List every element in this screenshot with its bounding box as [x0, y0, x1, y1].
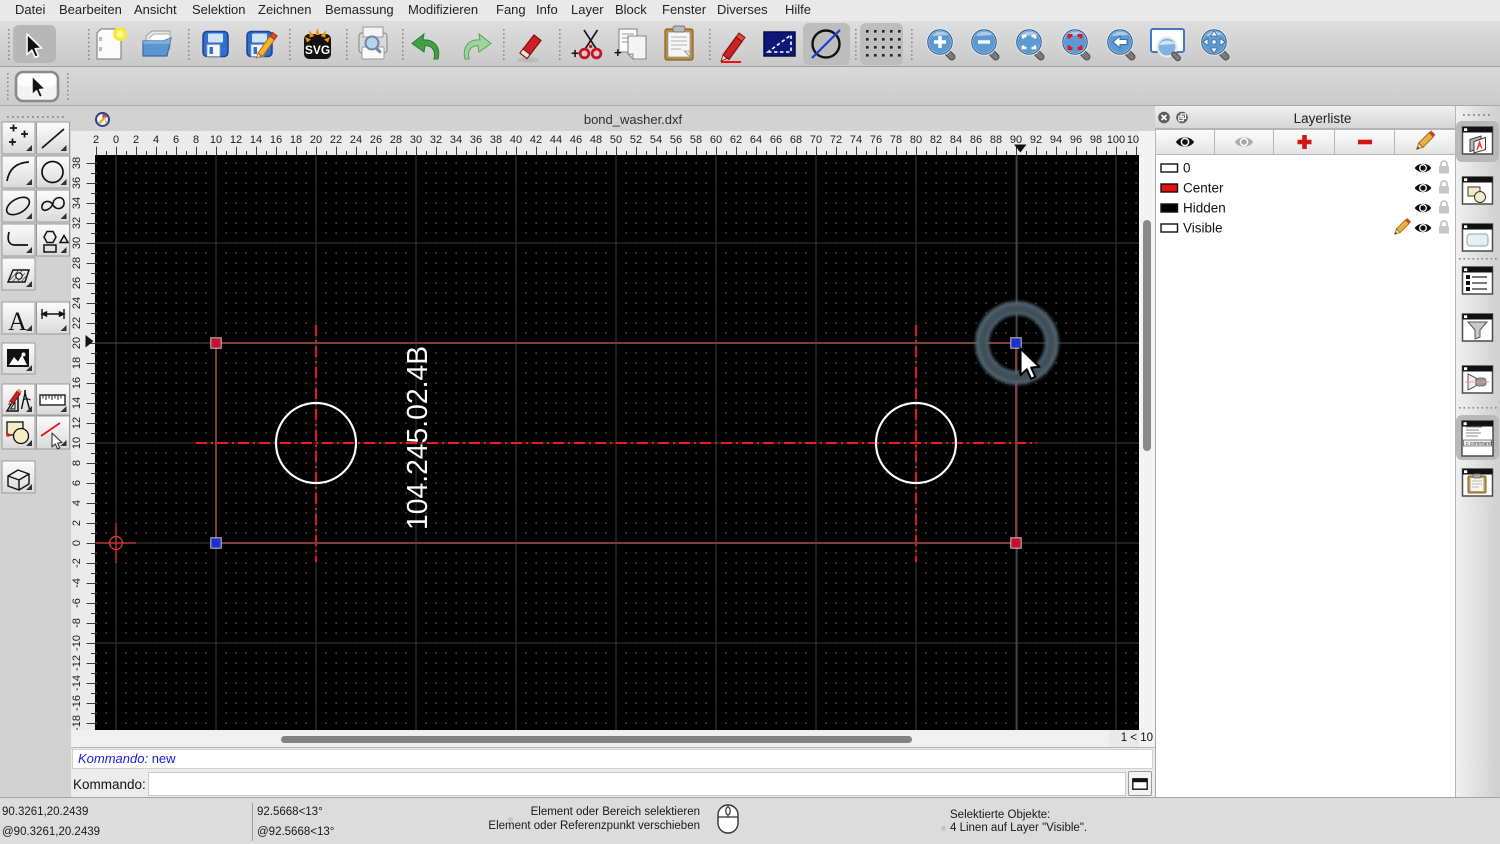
svg-text:40: 40 [510, 134, 522, 146]
svg-text:14: 14 [250, 134, 262, 146]
svg-text:104.245.02.4B: 104.245.02.4B [401, 346, 433, 530]
svg-text:54: 54 [650, 134, 662, 146]
svg-text:-12: -12 [71, 655, 83, 671]
svg-text:90: 90 [1010, 134, 1022, 146]
svg-text:2: 2 [133, 134, 139, 146]
svg-text:28: 28 [71, 257, 83, 269]
svg-text:78: 78 [890, 134, 902, 146]
svg-text:30: 30 [71, 237, 83, 249]
svg-text:20: 20 [71, 337, 83, 349]
svg-text:10: 10 [71, 437, 83, 449]
svg-text:16: 16 [71, 377, 83, 389]
svg-text:88: 88 [990, 134, 1002, 146]
svg-text:38: 38 [490, 134, 502, 146]
svg-text:+: + [571, 45, 579, 61]
svg-text:36: 36 [71, 177, 83, 189]
svg-text:SVG: SVG [305, 43, 330, 57]
svg-text:0: 0 [113, 134, 119, 146]
svg-text:86: 86 [970, 134, 982, 146]
svg-text:-10: -10 [71, 635, 83, 651]
svg-text:34: 34 [450, 134, 462, 146]
svg-text:18: 18 [290, 134, 302, 146]
svg-text:-14: -14 [71, 675, 83, 691]
svg-text:8: 8 [193, 134, 199, 146]
svg-text:A: A [8, 307, 27, 336]
svg-text:30: 30 [410, 134, 422, 146]
svg-text:66: 66 [770, 134, 782, 146]
svg-text:34: 34 [71, 197, 83, 209]
svg-text:100: 100 [1107, 134, 1125, 146]
svg-text:56: 56 [670, 134, 682, 146]
svg-text:12: 12 [71, 417, 83, 429]
svg-text:Center: Center [1183, 181, 1224, 196]
svg-text:6: 6 [173, 134, 179, 146]
svg-text:72: 72 [830, 134, 842, 146]
svg-text:32: 32 [430, 134, 442, 146]
svg-text:0: 0 [1183, 161, 1191, 176]
svg-text:28: 28 [390, 134, 402, 146]
svg-text:14: 14 [71, 397, 83, 409]
svg-text:92: 92 [1030, 134, 1042, 146]
svg-text:-18: -18 [71, 715, 83, 730]
svg-text:20: 20 [310, 134, 322, 146]
svg-text:48: 48 [590, 134, 602, 146]
svg-text:-6: -6 [71, 598, 83, 608]
svg-text:70: 70 [810, 134, 822, 146]
svg-text:18: 18 [71, 357, 83, 369]
svg-text:8: 8 [71, 460, 83, 466]
svg-text:46: 46 [570, 134, 582, 146]
svg-text:42: 42 [530, 134, 542, 146]
svg-text:6: 6 [71, 480, 83, 486]
svg-text:98: 98 [1090, 134, 1102, 146]
svg-text:2: 2 [93, 134, 99, 146]
svg-text:4: 4 [71, 500, 83, 506]
svg-text:36: 36 [470, 134, 482, 146]
svg-text:44: 44 [550, 134, 562, 146]
svg-text:4: 4 [153, 134, 159, 146]
svg-text:74: 74 [850, 134, 862, 146]
svg-text:22: 22 [330, 134, 342, 146]
svg-text:84: 84 [950, 134, 962, 146]
svg-text:38: 38 [71, 157, 83, 169]
svg-text:Hidden: Hidden [1183, 201, 1226, 216]
svg-text:-2: -2 [71, 558, 83, 568]
svg-text:50: 50 [610, 134, 622, 146]
svg-text:-16: -16 [71, 695, 83, 711]
svg-text:0: 0 [71, 540, 83, 546]
svg-text:62: 62 [730, 134, 742, 146]
svg-text:-8: -8 [71, 618, 83, 628]
svg-text:80: 80 [910, 134, 922, 146]
svg-text:32: 32 [71, 217, 83, 229]
svg-text:24: 24 [71, 297, 83, 309]
svg-text:68: 68 [790, 134, 802, 146]
svg-text:Visible: Visible [1183, 221, 1223, 236]
svg-text:52: 52 [630, 134, 642, 146]
svg-text:24: 24 [350, 134, 362, 146]
svg-text:26: 26 [71, 277, 83, 289]
svg-text:94: 94 [1050, 134, 1062, 146]
svg-text:64: 64 [750, 134, 762, 146]
svg-text:12: 12 [230, 134, 242, 146]
svg-text:96: 96 [1070, 134, 1082, 146]
svg-text:60: 60 [710, 134, 722, 146]
svg-text:76: 76 [870, 134, 882, 146]
svg-text:-4: -4 [71, 578, 83, 588]
svg-text:c command: c command [1466, 441, 1492, 447]
svg-text:102: 102 [1127, 134, 1139, 146]
svg-text:26: 26 [370, 134, 382, 146]
svg-text:58: 58 [690, 134, 702, 146]
svg-text:22: 22 [71, 317, 83, 329]
svg-text:10: 10 [210, 134, 222, 146]
svg-text:+: + [614, 45, 622, 60]
svg-text:16: 16 [270, 134, 282, 146]
svg-text:82: 82 [930, 134, 942, 146]
svg-text:2: 2 [71, 520, 83, 526]
